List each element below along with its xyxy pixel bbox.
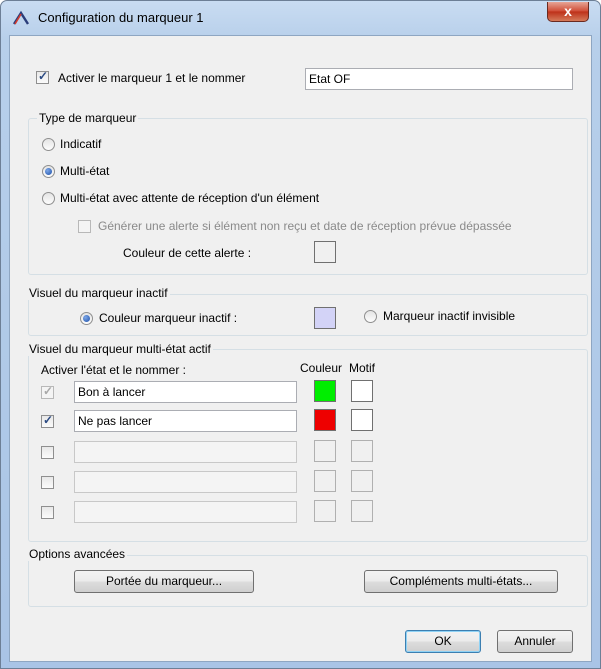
state-row-3-color-swatch[interactable] xyxy=(314,440,336,462)
ok-button[interactable]: OK xyxy=(405,630,481,653)
dialog-body: ✓ Activer le marqueur 1 et le nommer Eta… xyxy=(9,35,592,662)
state-row-3-checkbox[interactable] xyxy=(41,446,54,459)
radio-selected-dot xyxy=(45,168,52,175)
radio-inactive-color[interactable] xyxy=(80,312,93,325)
state-row-3-motif-swatch[interactable] xyxy=(351,440,373,462)
check-icon: ✓ xyxy=(43,413,54,427)
radio-selected-dot xyxy=(83,315,90,322)
state-row-5-checkbox[interactable] xyxy=(41,506,54,519)
radio-multi-etat-label: Multi-état xyxy=(60,164,110,178)
activate-marker-checkbox[interactable]: ✓ xyxy=(36,69,49,84)
state-row-3-name-input[interactable] xyxy=(74,441,297,463)
marker-name-input[interactable]: Etat OF xyxy=(305,68,573,90)
state-row-2-checkbox[interactable]: ✓ xyxy=(41,413,54,428)
state-row-5-name-input[interactable] xyxy=(74,501,297,523)
col-color-header: Couleur xyxy=(300,361,343,375)
marker-scope-button[interactable]: Portée du marqueur... xyxy=(74,570,254,593)
col-motif-header: Motif xyxy=(349,361,376,375)
marker-type-group-title: Type de marqueur xyxy=(37,111,139,125)
state-row-1-name-input[interactable]: Bon à lancer xyxy=(74,381,297,403)
radio-multi-etat-attente-label: Multi-état avec attente de réception d'u… xyxy=(60,191,320,205)
dialog-window: Configuration du marqueur 1 x ✓ Activer … xyxy=(0,0,601,669)
activate-marker-label: Activer le marqueur 1 et le nommer xyxy=(58,71,246,85)
alert-checkbox[interactable] xyxy=(78,220,91,233)
inactive-color-swatch[interactable] xyxy=(314,307,336,329)
state-row-2-color-swatch[interactable] xyxy=(314,409,336,431)
marker-app-icon xyxy=(12,10,30,25)
cancel-button[interactable]: Annuler xyxy=(497,630,573,653)
state-row-5-motif-swatch[interactable] xyxy=(351,500,373,522)
alert-color-swatch[interactable] xyxy=(314,241,336,263)
alert-color-label: Couleur de cette alerte : xyxy=(123,246,252,260)
advanced-options-group-title: Options avancées xyxy=(27,547,128,561)
radio-multi-etat[interactable] xyxy=(42,165,55,178)
radio-inactive-invisible[interactable] xyxy=(364,310,377,323)
state-row-4-checkbox[interactable] xyxy=(41,476,54,489)
state-row-2-name-input[interactable]: Ne pas lancer xyxy=(74,410,297,432)
radio-indicatif-label: Indicatif xyxy=(60,137,102,151)
col-activate-header: Activer l'état et le nommer : xyxy=(41,363,187,377)
check-icon: ✓ xyxy=(43,384,54,398)
radio-inactive-invisible-label: Marqueur inactif invisible xyxy=(383,309,516,323)
close-button[interactable]: x xyxy=(547,2,589,22)
state-row-4-color-swatch[interactable] xyxy=(314,470,336,492)
state-row-1-color-swatch[interactable] xyxy=(314,380,336,402)
check-icon: ✓ xyxy=(38,69,49,83)
state-row-5-color-swatch[interactable] xyxy=(314,500,336,522)
radio-multi-etat-attente[interactable] xyxy=(42,192,55,205)
alert-checkbox-label: Générer une alerte si élément non reçu e… xyxy=(98,219,512,233)
state-row-2-motif-swatch[interactable] xyxy=(351,409,373,431)
state-row-4-name-input[interactable] xyxy=(74,471,297,493)
title-bar[interactable]: Configuration du marqueur 1 x xyxy=(1,1,600,35)
multistate-visual-group-title: Visuel du marqueur multi-état actif xyxy=(27,342,213,356)
state-row-4-motif-swatch[interactable] xyxy=(351,470,373,492)
inactive-visual-group-title: Visuel du marqueur inactif xyxy=(27,286,170,300)
radio-indicatif[interactable] xyxy=(42,138,55,151)
window-title: Configuration du marqueur 1 xyxy=(38,10,204,25)
state-row-1-checkbox[interactable]: ✓ xyxy=(41,384,54,399)
state-row-1-motif-swatch[interactable] xyxy=(351,380,373,402)
multistate-complements-button[interactable]: Compléments multi-états... xyxy=(364,570,558,593)
radio-inactive-color-label: Couleur marqueur inactif : xyxy=(99,311,238,325)
